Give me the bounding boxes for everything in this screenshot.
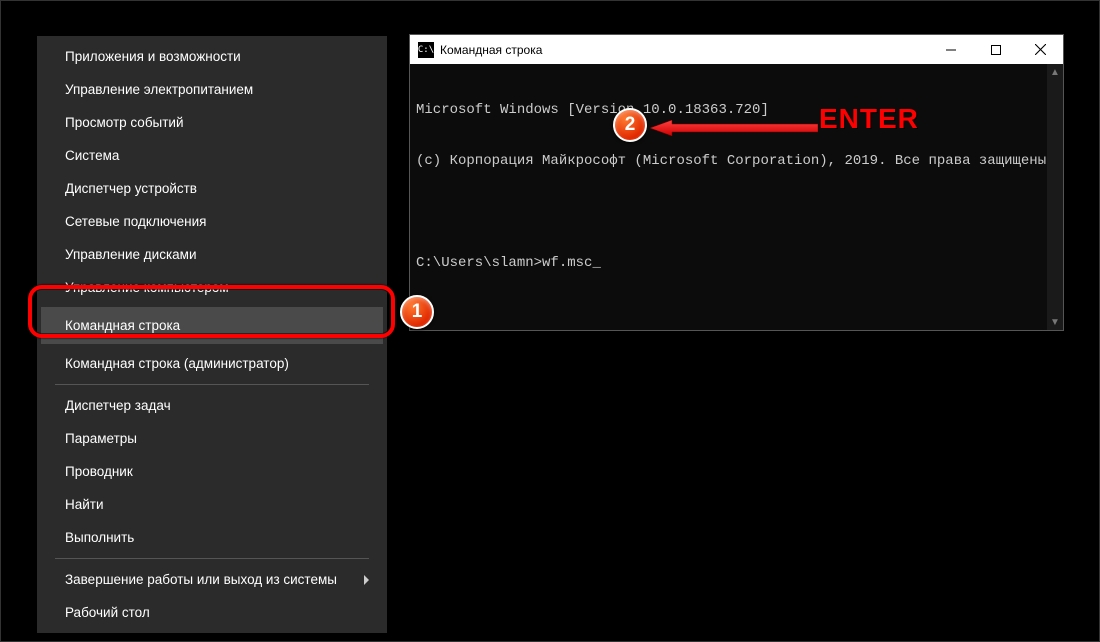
- menu-item-disk-management[interactable]: Управление дисками: [37, 238, 387, 271]
- close-button[interactable]: [1018, 35, 1063, 64]
- window-titlebar[interactable]: C:\ Командная строка: [410, 35, 1063, 64]
- menu-item-command-prompt-admin[interactable]: Командная строка (администратор): [37, 347, 387, 380]
- menu-item-network-connections[interactable]: Сетевые подключения: [37, 205, 387, 238]
- terminal-prompt-line: C:\Users\slamn>wf.msc_: [416, 255, 1057, 272]
- scroll-down-icon[interactable]: ▼: [1047, 314, 1063, 330]
- menu-item-desktop[interactable]: Рабочий стол: [37, 596, 387, 629]
- annotation-enter-label: ENTER: [819, 103, 919, 135]
- menu-separator: [55, 558, 369, 559]
- minimize-button[interactable]: [928, 35, 973, 64]
- terminal-input: wf.msc: [542, 255, 592, 271]
- scrollbar[interactable]: ▲ ▼: [1047, 64, 1063, 330]
- menu-item-device-manager[interactable]: Диспетчер устройств: [37, 172, 387, 205]
- menu-item-system[interactable]: Система: [37, 139, 387, 172]
- menu-item-settings[interactable]: Параметры: [37, 422, 387, 455]
- window-title: Командная строка: [440, 43, 928, 57]
- menu-item-search[interactable]: Найти: [37, 488, 387, 521]
- terminal-line: (c) Корпорация Майкрософт (Microsoft Cor…: [416, 153, 1057, 170]
- menu-item-file-explorer[interactable]: Проводник: [37, 455, 387, 488]
- command-prompt-window: C:\ Командная строка Microsoft Windows […: [409, 34, 1064, 331]
- annotation-arrow-icon: [650, 120, 818, 136]
- winx-power-menu: Приложения и возможности Управление элек…: [37, 36, 387, 633]
- annotation-badge-2: 2: [613, 108, 647, 142]
- menu-item-apps-features[interactable]: Приложения и возможности: [37, 40, 387, 73]
- terminal-body[interactable]: Microsoft Windows [Version 10.0.18363.72…: [410, 64, 1063, 330]
- menu-item-shutdown-signout[interactable]: Завершение работы или выход из системы: [37, 563, 387, 596]
- menu-item-computer-management[interactable]: Управление компьютером: [37, 271, 387, 304]
- annotation-badge-1: 1: [400, 295, 434, 329]
- menu-item-run[interactable]: Выполнить: [37, 521, 387, 554]
- cmd-icon: C:\: [418, 42, 434, 58]
- maximize-button[interactable]: [973, 35, 1018, 64]
- menu-item-command-prompt[interactable]: Командная строка: [41, 307, 383, 344]
- menu-separator: [55, 384, 369, 385]
- scroll-up-icon[interactable]: ▲: [1047, 64, 1063, 80]
- terminal-line: Microsoft Windows [Version 10.0.18363.72…: [416, 102, 1057, 119]
- menu-item-event-viewer[interactable]: Просмотр событий: [37, 106, 387, 139]
- menu-item-power-options[interactable]: Управление электропитанием: [37, 73, 387, 106]
- terminal-blank-line: [416, 204, 1057, 221]
- menu-item-task-manager[interactable]: Диспетчер задач: [37, 389, 387, 422]
